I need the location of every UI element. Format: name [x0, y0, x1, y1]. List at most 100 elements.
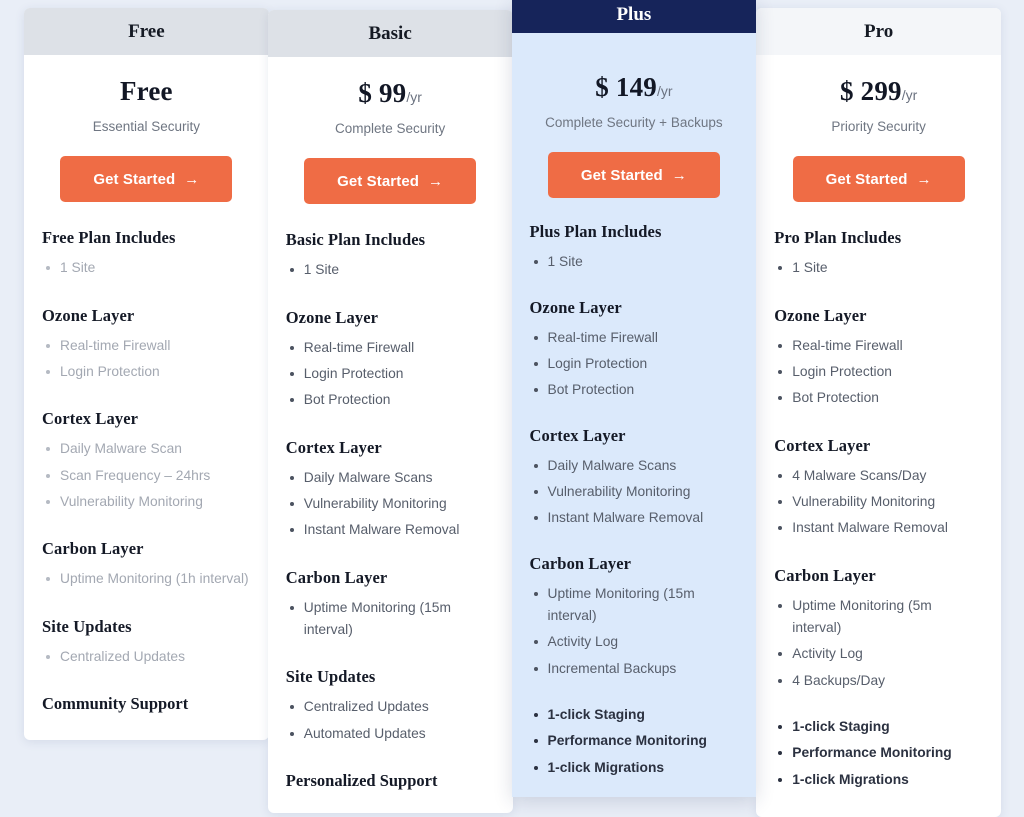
feature-item: Vulnerability Monitoring — [774, 491, 983, 513]
extras-list-pro: 1-click Staging Performance Monitoring 1-c… — [774, 716, 983, 791]
section-feature-list: Real-time Firewall Login Protection Bot Pr… — [286, 337, 495, 412]
extra-feature-item: 1-click Staging — [530, 704, 739, 726]
feature-item: Real-time Firewall — [42, 335, 251, 357]
feature-item: 4 Backups/Day — [774, 670, 983, 692]
feature-item: Bot Protection — [774, 387, 983, 409]
price-block-free: Free Essential Security Get Started → — [42, 55, 251, 203]
price-amount-plus: $ 149 — [595, 72, 657, 102]
get-started-label: Get Started — [337, 172, 420, 190]
includes-title-free: Free Plan Includes — [42, 228, 176, 248]
support-title-free: Community Support — [42, 693, 189, 713]
includes-list-basic: 1 Site — [286, 259, 495, 281]
price-amount-free: Free — [119, 76, 173, 106]
section-title: Cortex Layer — [42, 409, 139, 429]
feature-item: Uptime Monitoring (1h interval) — [42, 568, 251, 590]
section-feature-list: Real-time Firewall Login Protection Bot Pr… — [774, 335, 983, 410]
section-title: Site Updates — [42, 616, 132, 636]
get-started-label: Get Started — [825, 170, 908, 188]
plan-tagline-free: Essential Security — [92, 118, 201, 134]
feature-item: Centralized Updates — [286, 696, 495, 718]
price-period-basic: /yr — [406, 89, 422, 105]
get-started-label: Get Started — [93, 170, 176, 188]
section-title: Carbon Layer — [529, 553, 632, 573]
plan-name-basic: Basic — [267, 10, 513, 57]
section-title: Carbon Layer — [42, 539, 144, 559]
card-body-free: Free Essential Security Get Started → Free P… — [24, 55, 269, 736]
section-feature-list: Real-time Firewall Login Protection Bot Pr… — [530, 327, 739, 402]
extras-list-plus: 1-click Staging Performance Monitoring 1-c… — [530, 704, 739, 779]
feature-item: Daily Malware Scans — [286, 467, 495, 489]
feature-item: Vulnerability Monitoring — [42, 491, 251, 513]
feature-item: Vulnerability Monitoring — [286, 493, 495, 515]
feature-item: Login Protection — [774, 361, 983, 383]
section-title: Ozone Layer — [42, 305, 135, 325]
arrow-right-icon: → — [184, 170, 200, 188]
arrow-right-icon: → — [916, 170, 932, 188]
get-started-button-pro[interactable]: Get Started → — [792, 156, 965, 203]
pricing-card-free: Free Free Essential Security Get Started → Fr… — [24, 8, 269, 740]
includes-list-plus: 1 Site — [530, 251, 739, 273]
section-title: Carbon Layer — [285, 567, 388, 587]
pricing-card-basic: Basic $ 99/yr Complete Security Get Started… — [267, 10, 513, 814]
section-feature-list: Real-time Firewall Login Protection — [42, 335, 251, 384]
includes-title-basic: Basic Plan Includes — [285, 230, 426, 250]
extra-feature-item: 1-click Migrations — [530, 757, 739, 779]
pricing-card-pro: Pro $ 299/yr Priority Security Get Started →… — [756, 8, 1001, 817]
feature-item: 1 Site — [530, 251, 739, 273]
get-started-button-plus[interactable]: Get Started → — [547, 152, 720, 199]
section-title: Cortex Layer — [529, 425, 626, 445]
price-block-pro: $ 299/yr Priority Security Get Started → — [774, 55, 983, 203]
feature-item: Vulnerability Monitoring — [530, 481, 739, 503]
extra-feature-item: Performance Monitoring — [774, 742, 983, 764]
section-feature-list: Centralized Updates — [42, 646, 251, 668]
feature-item: Instant Malware Removal — [774, 517, 983, 539]
section-title: Carbon Layer — [774, 565, 876, 585]
plan-tagline-plus: Complete Security + Backups — [545, 114, 723, 130]
get-started-button-free[interactable]: Get Started → — [60, 156, 233, 203]
feature-item: Real-time Firewall — [774, 335, 983, 357]
includes-list-free: 1 Site — [42, 257, 251, 279]
extra-feature-item: 1-click Migrations — [774, 769, 983, 791]
arrow-right-icon: → — [671, 166, 687, 184]
section-title: Cortex Layer — [774, 435, 871, 455]
feature-item: Centralized Updates — [42, 646, 251, 668]
feature-item: 1 Site — [42, 257, 251, 279]
extra-feature-item: 1-click Staging — [774, 716, 983, 738]
feature-item: Automated Updates — [286, 723, 495, 745]
plan-tagline-pro: Priority Security — [831, 118, 926, 134]
pricing-table: Free Free Essential Security Get Started → Fr… — [24, 0, 1001, 817]
feature-item: Uptime Monitoring (15m interval) — [286, 597, 495, 642]
section-title: Ozone Layer — [774, 305, 867, 325]
get-started-button-basic[interactable]: Get Started → — [304, 158, 477, 205]
price-free: Free — [42, 76, 251, 107]
card-body-basic: $ 99/yr Complete Security Get Started → Basi… — [268, 57, 513, 813]
feature-item: Activity Log — [774, 643, 983, 665]
section-feature-list: Uptime Monitoring (1h interval) — [42, 568, 251, 590]
section-title: Site Updates — [285, 667, 376, 687]
feature-item: Daily Malware Scans — [530, 455, 739, 477]
section-feature-list: Daily Malware Scans Vulnerability Monitor… — [530, 455, 739, 530]
section-feature-list: Uptime Monitoring (15m interval) Activity… — [530, 583, 739, 680]
plan-name-free: Free — [24, 8, 269, 55]
feature-item: Daily Malware Scan — [42, 438, 251, 460]
includes-title-pro: Pro Plan Includes — [774, 228, 902, 248]
feature-item: Login Protection — [530, 353, 739, 375]
includes-list-pro: 1 Site — [774, 257, 983, 279]
plan-tagline-basic: Complete Security — [334, 120, 446, 136]
section-title: Ozone Layer — [285, 307, 379, 327]
feature-item: 1 Site — [286, 259, 495, 281]
feature-item: Instant Malware Removal — [286, 519, 495, 541]
support-title-basic: Personalized Support — [285, 771, 438, 791]
section-title: Cortex Layer — [285, 437, 382, 457]
feature-item: Bot Protection — [530, 379, 739, 401]
section-feature-list: Centralized Updates Automated Updates — [286, 696, 495, 745]
price-amount-pro: $ 299 — [839, 76, 902, 106]
feature-item: Incremental Backups — [530, 658, 739, 680]
feature-item: 1 Site — [774, 257, 983, 279]
card-body-pro: $ 299/yr Priority Security Get Started → Pro… — [756, 55, 1001, 817]
section-feature-list: Daily Malware Scan Scan Frequency – 24hrs… — [42, 438, 251, 513]
price-block-basic: $ 99/yr Complete Security Get Started → — [286, 57, 495, 205]
feature-item: Real-time Firewall — [286, 337, 495, 359]
price-block-plus: $ 149/yr Complete Security + Backups Get S… — [530, 33, 739, 199]
plan-name-pro: Pro — [756, 8, 1001, 55]
